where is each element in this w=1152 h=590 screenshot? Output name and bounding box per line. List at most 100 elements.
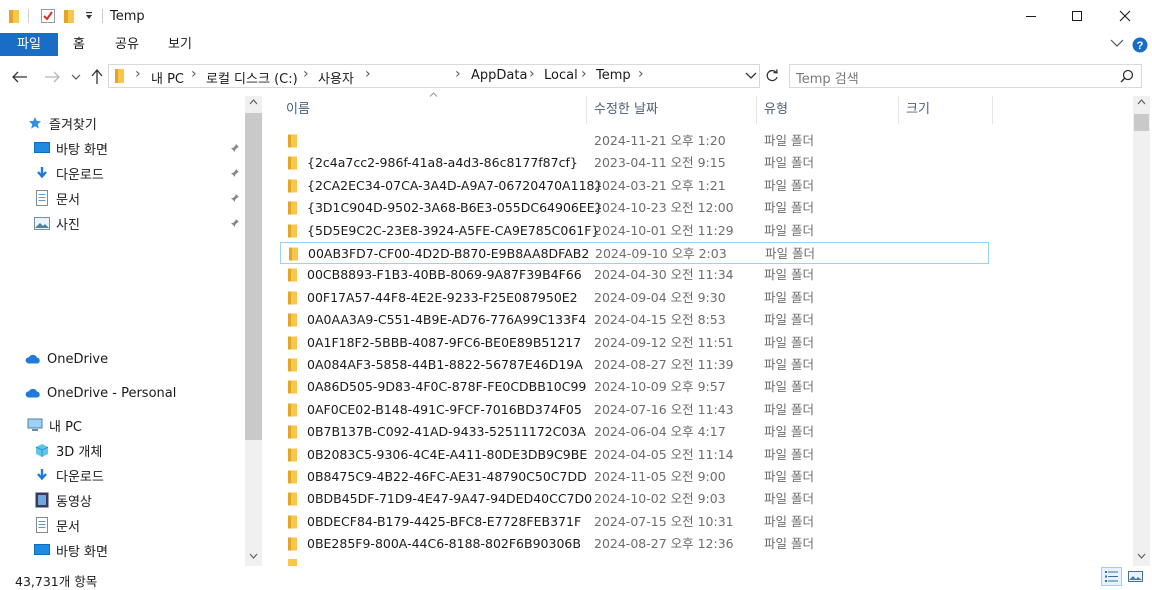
column-header-date[interactable]: 수정한 날짜 xyxy=(594,98,658,122)
nav-quick-access[interactable]: 즐겨찾기 xyxy=(27,112,97,134)
file-date: 2024-11-21 오후 1:20 xyxy=(594,133,726,148)
file-type: 파일 폴더 xyxy=(764,536,814,552)
minimize-button[interactable] xyxy=(1008,0,1054,32)
close-icon xyxy=(1119,10,1131,22)
new-folder-icon[interactable] xyxy=(63,8,77,24)
forward-button[interactable] xyxy=(42,67,62,87)
large-icons-view-button[interactable] xyxy=(1125,567,1146,586)
up-button[interactable] xyxy=(87,67,107,87)
nav-item-documents[interactable]: 문서 xyxy=(34,187,80,209)
star-icon xyxy=(27,115,43,131)
scroll-down-icon[interactable] xyxy=(249,553,258,559)
nav-onedrive-personal[interactable]: OneDrive - Personal xyxy=(25,382,176,404)
file-row[interactable]: 0A084AF3-5858-44B1-8822-56787E46D19A 2024… xyxy=(280,354,989,376)
column-header-size[interactable]: 크기 xyxy=(906,98,930,122)
column-header-name[interactable]: 이름 xyxy=(286,98,310,122)
file-row[interactable]: 0B2083C5-9306-4C4E-A411-80DE3DB9C9BE 2024… xyxy=(280,444,989,466)
folder-icon xyxy=(287,313,298,327)
file-type: 파일 폴더 xyxy=(764,289,814,305)
address-dropdown-icon[interactable] xyxy=(745,71,757,80)
nav-item-desktop-pc[interactable]: 바탕 화면 xyxy=(34,539,108,561)
column-divider[interactable] xyxy=(992,96,993,124)
computer-icon xyxy=(27,417,43,433)
file-name: 0A084AF3-5858-44B1-8822-56787E46D19A xyxy=(307,357,583,372)
file-row[interactable]: 0B7B137B-C092-41AD-9433-52511172C03A 2024… xyxy=(280,421,989,443)
breadcrumb-users[interactable]: 사용자 xyxy=(318,68,354,87)
column-divider[interactable] xyxy=(898,96,899,124)
expand-ribbon-icon[interactable] xyxy=(1110,38,1124,48)
file-row[interactable]: 0BDB45DF-71D9-4E47-9A47-94DED40CC7D0 2024… xyxy=(280,488,989,510)
crumb-separator: › xyxy=(581,66,587,82)
folder-icon xyxy=(287,134,298,148)
breadcrumb-appdata[interactable]: AppData xyxy=(471,68,527,83)
column-divider[interactable] xyxy=(586,96,587,124)
sort-ascending-icon xyxy=(429,92,438,97)
file-row[interactable]: 0AF0CE02-B148-491C-9FCF-7016BD374F05 2024… xyxy=(280,399,989,421)
maximize-button[interactable] xyxy=(1054,0,1100,32)
file-row[interactable]: {3D1C904D-9502-3A68-B6E3-055DC64906EE} 20… xyxy=(280,197,989,219)
tab-file[interactable]: 파일 xyxy=(0,33,58,56)
column-divider[interactable] xyxy=(756,96,757,124)
file-row[interactable]: 0A1F18F2-5BBB-4087-9FC6-BE0E89B51217 2024… xyxy=(280,332,989,354)
tab-view[interactable]: 보기 xyxy=(168,33,192,56)
nav-this-pc[interactable]: 내 PC xyxy=(27,414,82,436)
file-list-scrollbar[interactable] xyxy=(1133,96,1150,566)
customize-dropdown-icon[interactable] xyxy=(84,11,94,21)
file-row[interactable]: 0A0AA3A9-C551-4B9E-AD76-776A99C133F4 2024… xyxy=(280,309,989,331)
help-icon[interactable]: ? xyxy=(1132,37,1148,53)
tab-share[interactable]: 공유 xyxy=(115,33,139,56)
nav-item-3d-objects[interactable]: 3D 개체 xyxy=(34,439,102,461)
details-view-button[interactable] xyxy=(1101,567,1122,586)
crumb-separator: › xyxy=(529,66,535,82)
properties-icon[interactable] xyxy=(40,8,56,24)
file-date: 2024-07-16 오전 11:43 xyxy=(594,401,734,417)
file-date: 2024-08-27 오전 11:39 xyxy=(594,357,734,372)
file-row[interactable]: 2024-11-21 오후 1:20 파일 폴더 xyxy=(280,130,989,152)
file-row[interactable]: 0B8475C9-4B22-46FC-AE31-48790C50C7DD 2024… xyxy=(280,466,989,488)
file-row[interactable]: 0A86D505-9D83-4F0C-878F-FE0CDBB10C99 2024… xyxy=(280,376,989,398)
breadcrumb-local[interactable]: Local xyxy=(544,68,578,83)
pin-icon[interactable] xyxy=(230,193,240,203)
tab-home[interactable]: 홈 xyxy=(73,33,85,56)
close-button[interactable] xyxy=(1102,0,1148,32)
nav-item-documents-pc[interactable]: 문서 xyxy=(34,514,80,536)
recent-locations-button[interactable] xyxy=(66,67,86,87)
scroll-up-icon[interactable] xyxy=(249,99,258,105)
file-row[interactable]: {2CA2EC34-07CA-3A4D-A9A7-06720470A118} 20… xyxy=(280,175,989,197)
nav-label: 다운로드 xyxy=(56,469,104,485)
file-row[interactable]: {5D5E9C2C-23E8-3924-A5FE-CA9E785C061F} 20… xyxy=(280,220,989,242)
nav-item-pictures[interactable]: 사진 xyxy=(34,212,80,234)
pin-icon[interactable] xyxy=(230,218,240,228)
file-list-scrollbar-thumb[interactable] xyxy=(1134,114,1149,131)
file-row[interactable]: 0BDECF84-B179-4425-BFC8-E7728FEB371F 2024… xyxy=(280,511,989,533)
nav-item-downloads-pc[interactable]: 다운로드 xyxy=(34,464,104,486)
file-row[interactable]: {2c4a7cc2-986f-41a8-a4d3-86c8177f87cf} 20… xyxy=(280,152,989,174)
file-name: {2CA2EC34-07CA-3A4D-A9A7-06720470A118} xyxy=(307,177,603,193)
folder-icon xyxy=(287,403,298,417)
file-row[interactable]: 00CB8893-F1B3-40BB-8069-9A87F39B4F66 2024… xyxy=(280,264,989,286)
file-type: 파일 폴더 xyxy=(765,246,815,261)
scroll-down-icon[interactable] xyxy=(1137,553,1146,559)
breadcrumb-local-disk[interactable]: 로컬 디스크 (C:) xyxy=(206,68,298,87)
search-icon[interactable] xyxy=(1120,69,1134,83)
scroll-up-icon[interactable] xyxy=(1137,99,1146,105)
column-header-type[interactable]: 유형 xyxy=(764,98,788,122)
file-row[interactable]: 00AB3FD7-CF00-4D2D-B870-E9B8AA8DFAB2 2024… xyxy=(280,242,989,264)
file-row[interactable]: 00F17A57-44F8-4E2E-9233-F25E087950E2 2024… xyxy=(280,287,989,309)
refresh-button[interactable] xyxy=(762,64,782,88)
file-list-overflow-row[interactable] xyxy=(280,555,989,566)
nav-onedrive[interactable]: OneDrive xyxy=(25,348,108,370)
file-row[interactable]: 0BE285F9-800A-44C6-8188-802F6B90306B 2024… xyxy=(280,533,989,555)
pin-icon[interactable] xyxy=(230,143,240,153)
breadcrumb-this-pc[interactable]: 내 PC xyxy=(151,68,184,87)
cloud-icon xyxy=(25,385,41,401)
nav-scrollbar-thumb[interactable] xyxy=(245,113,262,440)
nav-item-videos[interactable]: 동영상 xyxy=(34,489,92,511)
breadcrumb-temp[interactable]: Temp xyxy=(596,68,631,83)
pin-icon[interactable] xyxy=(230,168,240,178)
nav-label: OneDrive - Personal xyxy=(47,385,177,401)
minimize-icon xyxy=(1026,16,1036,17)
nav-item-downloads[interactable]: 다운로드 xyxy=(34,162,104,184)
back-button[interactable] xyxy=(10,67,30,87)
nav-item-desktop[interactable]: 바탕 화면 xyxy=(34,137,108,159)
